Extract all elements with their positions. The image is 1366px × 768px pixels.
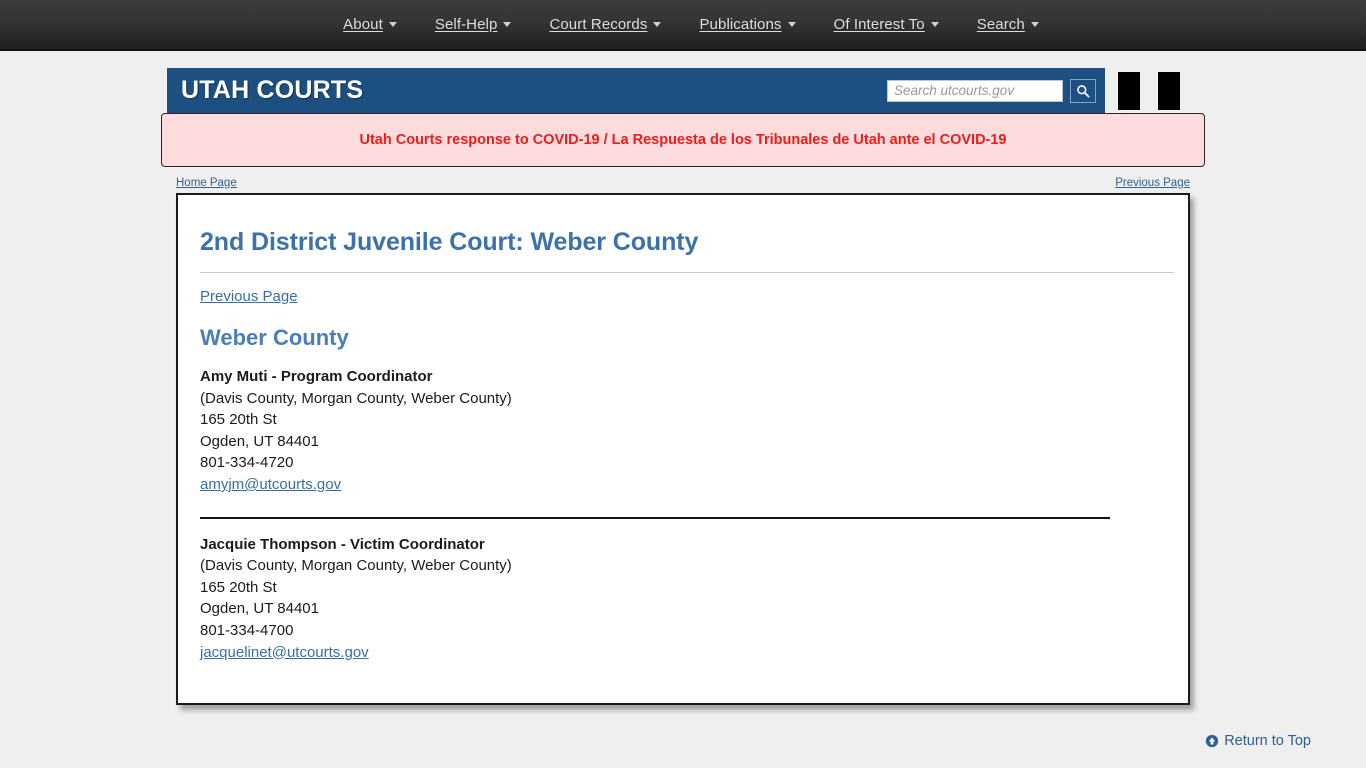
contact-name: Amy Muti - Program Coordinator [200, 368, 433, 385]
top-navigation-items: About Self-Help Court Records Publicatio… [343, 16, 1039, 33]
breadcrumb-home-page-link[interactable]: Home Page [176, 177, 237, 189]
chevron-down-icon [787, 22, 796, 27]
contact-name: Jacquie Thompson - Victim Coordinator [200, 535, 485, 553]
covid-alert-banner[interactable]: Utah Courts response to COVID-19 / La Re… [161, 113, 1205, 167]
contact-counties: (Davis County, Morgan County, Weber Coun… [200, 557, 512, 575]
missing-image-icon-2[interactable] [1158, 72, 1180, 110]
contact-street: 165 20th St [200, 411, 277, 429]
contact-counties: (Davis County, Morgan County, Weber Coun… [200, 389, 512, 407]
nav-item-self-help[interactable]: Self-Help [435, 16, 512, 33]
content-card: 2nd District Juvenile Court: Weber Count… [176, 193, 1190, 705]
nav-item-label: Court Records [549, 16, 648, 33]
contact-block-2: Jacquie Thompson - Victim Coordinator (D… [200, 534, 1166, 664]
chevron-down-icon [388, 22, 397, 27]
contact-phone: 801-334-4700 [200, 621, 294, 639]
covid-alert-text: Utah Courts response to COVID-19 / La Re… [359, 132, 1007, 148]
return-to-top-label: Return to Top [1224, 733, 1311, 749]
nav-item-about[interactable]: About [343, 16, 397, 33]
site-logo-text: UTAH COURTS [181, 76, 364, 104]
nav-item-label: Of Interest To [833, 16, 925, 33]
header-icon-placeholders [1118, 72, 1180, 110]
contact-city-state-zip: Ogden, UT 84401 [200, 600, 319, 618]
nav-item-label: Publications [699, 16, 782, 33]
breadcrumb: Home Page Previous Page [176, 177, 1190, 189]
nav-item-of-interest-to[interactable]: Of Interest To [834, 16, 939, 33]
page-title: 2nd District Juvenile Court: Weber Count… [200, 228, 699, 256]
contact-email-link[interactable]: jacquelinet@utcourts.gov [200, 642, 1166, 664]
nav-item-label: Search [976, 16, 1025, 33]
chevron-down-icon [1030, 22, 1039, 27]
contact-phone: 801-334-4720 [200, 454, 294, 472]
contact-street: 165 20th St [200, 578, 277, 596]
brand-bar: UTAH COURTS [167, 68, 1105, 113]
chevron-down-icon [930, 22, 939, 27]
contact-city-state-zip: Ogden, UT 84401 [200, 432, 319, 450]
nav-item-label: Self-Help [434, 16, 498, 33]
nav-item-label: About [343, 16, 383, 33]
site-search [887, 78, 1096, 103]
return-to-top-link[interactable]: Return to Top [1205, 733, 1311, 749]
chevron-down-icon [653, 22, 662, 27]
search-button[interactable] [1070, 78, 1096, 103]
title-divider [200, 272, 1174, 273]
contact-divider [200, 516, 1110, 519]
chevron-down-icon [503, 22, 512, 27]
nav-item-court-records[interactable]: Court Records [549, 16, 662, 33]
top-navigation-bar: About Self-Help Court Records Publicatio… [0, 0, 1366, 51]
missing-image-icon-1[interactable] [1118, 72, 1140, 110]
breadcrumb-previous-page-link[interactable]: Previous Page [1115, 177, 1190, 189]
search-input[interactable] [887, 79, 1063, 102]
section-title: Weber County [200, 325, 349, 350]
nav-item-search[interactable]: Search [977, 16, 1039, 33]
contact-email-link[interactable]: amyjm@utcourts.gov [200, 474, 1166, 496]
previous-page-link[interactable]: Previous Page [200, 288, 298, 305]
circle-up-arrow-icon [1205, 734, 1219, 748]
contact-block-1: Amy Muti - Program Coordinator (Davis Co… [200, 366, 1166, 496]
nav-item-publications[interactable]: Publications [699, 16, 796, 33]
search-icon [1077, 84, 1090, 97]
